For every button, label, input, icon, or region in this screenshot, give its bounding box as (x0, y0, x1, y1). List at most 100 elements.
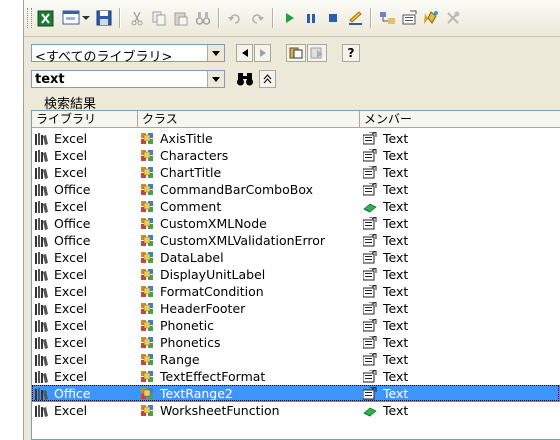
row-member: Text (383, 199, 409, 214)
table-row[interactable]: Excel HeaderFooter Text (32, 300, 560, 317)
go-forward-button[interactable] (254, 44, 271, 62)
row-member: Text (383, 216, 409, 231)
library-icon (35, 166, 48, 179)
row-class: Characters (160, 148, 229, 163)
toolbar-separator (272, 8, 274, 28)
insert-dropdown-arrow[interactable] (80, 8, 92, 28)
question-mark-icon: ? (347, 46, 355, 60)
library-select[interactable]: <すべてのライブラリ> (31, 44, 225, 65)
row-member: Text (383, 301, 409, 316)
table-row[interactable]: Office CommandBarComboBox Text (32, 181, 560, 198)
row-class: Phonetics (160, 335, 221, 350)
break-button[interactable] (301, 8, 321, 28)
object-browser-icon (424, 11, 438, 24)
table-row[interactable]: Excel DataLabel Text (32, 249, 560, 266)
table-row[interactable]: Excel Range Text (32, 351, 560, 368)
property-icon (362, 216, 377, 230)
table-row[interactable]: Office CustomXMLNode Text (32, 215, 560, 232)
go-back-button[interactable] (236, 44, 253, 62)
cut-button[interactable] (127, 8, 147, 28)
arrow-left-icon (241, 49, 248, 57)
property-icon (362, 369, 377, 383)
scissors-icon (131, 11, 143, 26)
search-button[interactable] (235, 69, 255, 89)
reset-button[interactable] (323, 8, 343, 28)
library-icon (35, 353, 48, 366)
row-class: Range (160, 352, 200, 367)
class-icon (141, 319, 154, 332)
table-row[interactable]: Excel DisplayUnitLabel Text (32, 266, 560, 283)
row-member: Text (383, 284, 409, 299)
toolbox-button[interactable] (443, 8, 463, 28)
toolbar-grip[interactable] (27, 8, 32, 28)
class-icon (141, 166, 154, 179)
chevron-down-icon[interactable] (207, 71, 224, 87)
toolbar (24, 0, 560, 37)
view-definition-button[interactable] (307, 44, 327, 62)
table-row-selected[interactable]: Office TextRange2 Text (32, 385, 560, 402)
properties-window-button[interactable] (399, 8, 419, 28)
row-class: DisplayUnitLabel (160, 267, 266, 282)
row-member: Text (383, 233, 409, 248)
row-library: Office (54, 216, 91, 231)
undo-button[interactable] (225, 8, 245, 28)
copy-to-clipboard-button[interactable] (286, 44, 306, 62)
library-icon (35, 149, 48, 162)
class-icon (141, 149, 154, 162)
row-library: Excel (54, 148, 88, 163)
toggle-results-button[interactable] (259, 70, 276, 88)
paste-icon (174, 12, 188, 26)
redo-button[interactable] (247, 8, 267, 28)
object-browser: <すべてのライブラリ> ? text 検索結果 ライブラリ クラス メンバー E… (24, 0, 560, 440)
run-button[interactable] (279, 8, 299, 28)
table-row[interactable]: Excel AxisTitle Text (32, 130, 560, 147)
chevron-down-icon (82, 16, 90, 20)
row-class: WorksheetFunction (160, 403, 280, 418)
library-icon (35, 370, 48, 383)
property-icon (362, 182, 377, 196)
row-class: CustomXMLNode (160, 216, 267, 231)
row-member: Text (383, 369, 409, 384)
method-icon (363, 404, 377, 417)
insert-userform-button[interactable] (61, 8, 81, 28)
row-member: Text (383, 148, 409, 163)
chevron-down-icon[interactable] (207, 45, 224, 61)
column-header-member[interactable]: メンバー (360, 111, 560, 127)
copy-button[interactable] (149, 8, 169, 28)
row-member: Text (383, 250, 409, 265)
design-mode-button[interactable] (345, 8, 365, 28)
library-icon (35, 251, 48, 264)
project-explorer-button[interactable] (377, 8, 397, 28)
find-button[interactable] (193, 8, 213, 28)
table-row[interactable]: Office CustomXMLValidationError Text (32, 232, 560, 249)
search-text-select[interactable]: text (31, 70, 225, 88)
class-icon (141, 353, 154, 366)
column-header-class[interactable]: クラス (138, 111, 360, 127)
table-row[interactable]: Excel Phonetic Text (32, 317, 560, 334)
object-browser-button[interactable] (421, 8, 441, 28)
paste-button[interactable] (171, 8, 191, 28)
search-text-value: text (35, 72, 65, 87)
view-excel-button[interactable] (35, 8, 55, 28)
row-member: Text (383, 403, 409, 418)
table-row[interactable]: Excel Comment Text (32, 198, 560, 215)
row-library: Excel (54, 250, 88, 265)
table-row[interactable]: Excel Phonetics Text (32, 334, 560, 351)
table-row[interactable]: Excel TextEffectFormat Text (32, 368, 560, 385)
column-header-library[interactable]: ライブラリ (32, 111, 138, 127)
row-library: Office (54, 182, 91, 197)
row-class: CustomXMLValidationError (160, 233, 326, 248)
clipboard-icon (289, 47, 303, 59)
help-button[interactable]: ? (342, 44, 360, 62)
row-library: Excel (54, 352, 88, 367)
table-row[interactable]: Excel WorksheetFunction Text (32, 402, 560, 419)
table-row[interactable]: Excel FormatCondition Text (32, 283, 560, 300)
save-button[interactable] (94, 8, 114, 28)
table-row[interactable]: Excel Characters Text (32, 147, 560, 164)
library-select-value: <すべてのライブラリ> (35, 50, 173, 65)
search-results-list[interactable]: ライブラリ クラス メンバー Excel AxisTitle Text Excel Ch… (31, 110, 560, 440)
class-icon (141, 285, 154, 298)
binoculars-icon (195, 12, 211, 25)
excel-icon (37, 10, 53, 26)
table-row[interactable]: Excel ChartTitle Text (32, 164, 560, 181)
